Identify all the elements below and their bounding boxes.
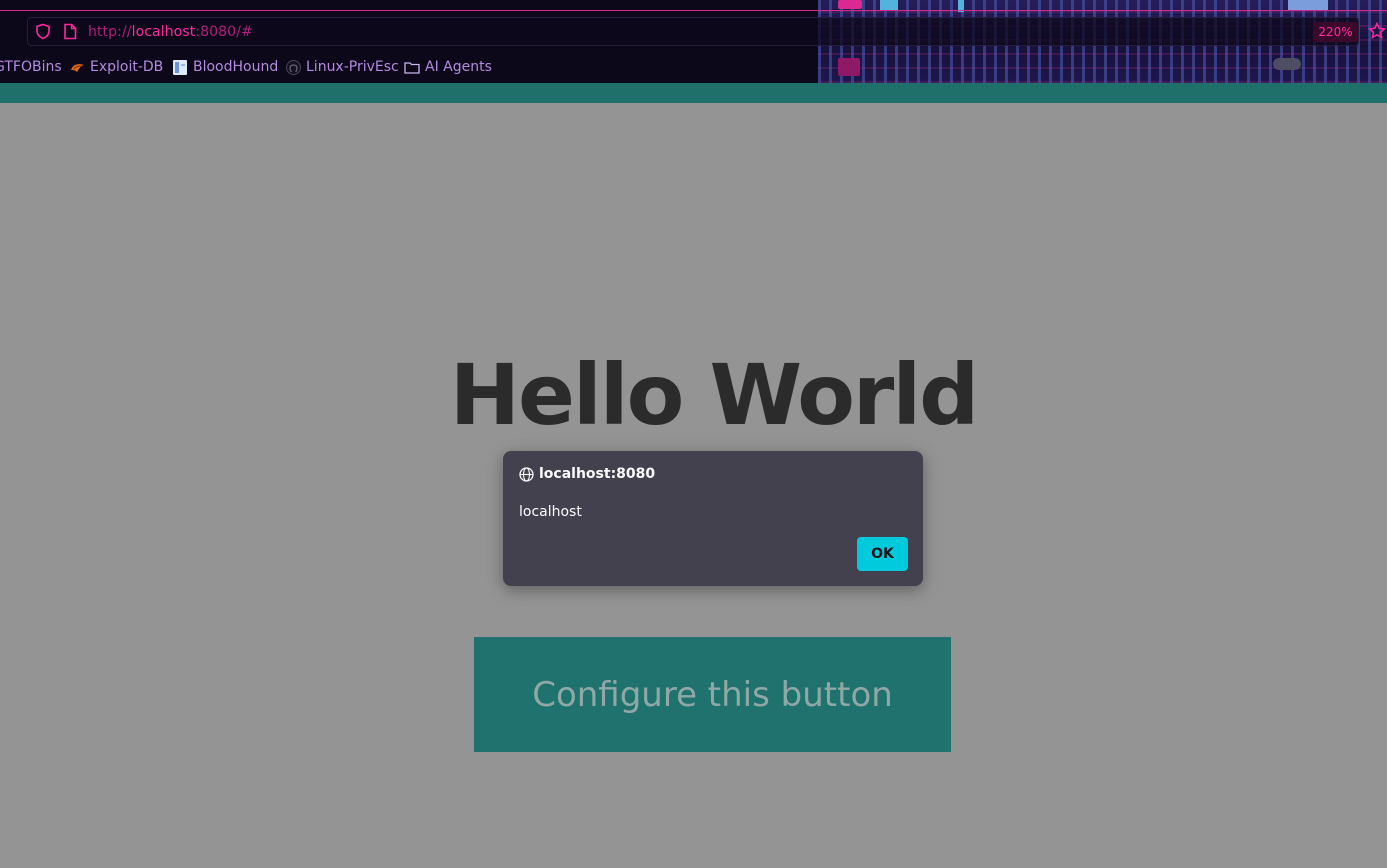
github-icon (286, 59, 301, 75)
bookmark-label: Exploit-DB (90, 59, 164, 75)
configure-button[interactable]: Configure this button (474, 637, 951, 752)
url-prefix: http:// (88, 24, 132, 40)
alert-dialog: localhost:8080 localhost OK (503, 451, 923, 586)
page-info-icon[interactable] (63, 23, 77, 44)
browser-chrome: http://localhost:8080/# 220% GTFOBins Ex… (0, 0, 1387, 83)
page-top-bar (0, 83, 1387, 103)
toolbar-toggle[interactable] (1273, 58, 1301, 70)
bookmark-label: Linux-PrivEsc (306, 59, 399, 75)
bookmark-gtfobins[interactable]: GTFOBins (0, 56, 62, 78)
page-heading: Hello World (449, 346, 980, 444)
bloodhound-icon (172, 59, 188, 76)
bookmark-bloodhound[interactable]: BloodHound (172, 56, 278, 78)
bookmark-star-icon[interactable] (1367, 21, 1387, 44)
bookmark-folder-ai-agents[interactable]: AI Agents (404, 56, 492, 78)
dialog-title: localhost:8080 (539, 466, 656, 482)
ok-button[interactable]: OK (857, 537, 908, 571)
bookmark-exploitdb[interactable]: Exploit-DB (70, 56, 163, 78)
bookmarks-toolbar: GTFOBins Exploit-DB BloodHound Linux-Pri… (0, 56, 1387, 78)
bookmark-linux-privesc[interactable]: Linux-PrivEsc (286, 56, 399, 78)
dialog-message: localhost (519, 504, 582, 520)
bookmark-label: GTFOBins (0, 59, 62, 75)
bookmark-label: BloodHound (193, 59, 279, 75)
globe-icon (519, 467, 534, 486)
chrome-accent-line (0, 10, 1387, 11)
url-text[interactable]: http://localhost:8080/# (88, 24, 253, 40)
bookmark-label: AI Agents (425, 59, 492, 75)
shield-icon[interactable] (35, 23, 51, 44)
zoom-level-badge[interactable]: 220% (1313, 22, 1358, 42)
exploitdb-icon (70, 61, 85, 73)
url-suffix: :8080/# (195, 24, 253, 40)
url-host: localhost (131, 24, 196, 40)
folder-icon (404, 61, 420, 74)
